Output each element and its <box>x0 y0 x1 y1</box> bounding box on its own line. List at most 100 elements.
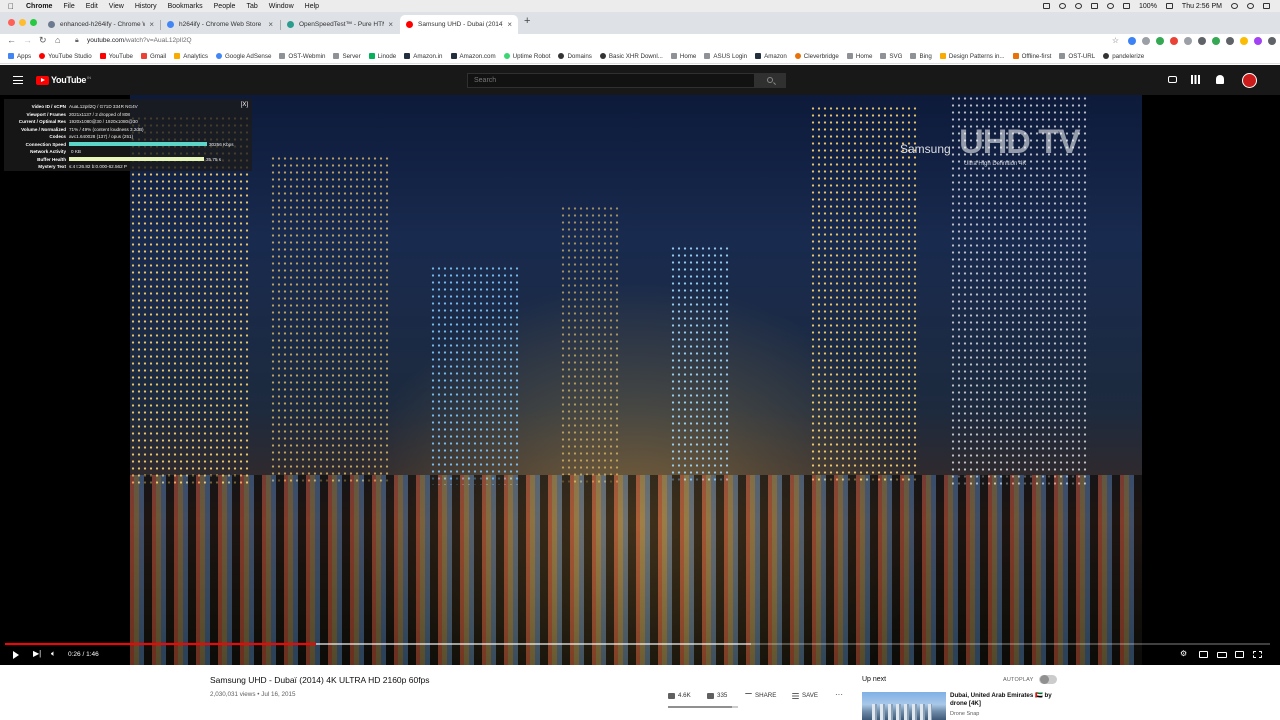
tab-enhanced-h264ify[interactable]: enhanced-h264ify - Chrome W × <box>42 15 160 34</box>
notification-center-icon[interactable] <box>1263 3 1270 9</box>
search-button[interactable] <box>755 73 786 88</box>
back-icon[interactable]: ← <box>7 35 16 45</box>
tab-h264ify-store[interactable]: h264ify - Chrome Web Store × <box>161 15 279 34</box>
next-button[interactable]: ▶| <box>33 649 41 658</box>
menu-edit[interactable]: Edit <box>86 3 98 10</box>
menubar-clock[interactable]: Thu 2:56 PM <box>1182 3 1222 10</box>
menu-view[interactable]: View <box>109 3 124 10</box>
menu-kebab-icon[interactable] <box>1268 37 1276 45</box>
youtube-logo[interactable]: YouTube IN <box>36 75 91 85</box>
avatar[interactable] <box>1242 73 1257 88</box>
tab-samsung-uhd[interactable]: Samsung UHD - Dubai (2014) × <box>400 15 518 34</box>
video-player[interactable]: Samsung UHD TV Ultra High Definition 4K … <box>0 95 1280 665</box>
bookmark-youtube[interactable]: YouTube <box>99 53 133 60</box>
bookmark-youtube-studio[interactable]: YouTube Studio <box>39 53 92 60</box>
apple-icon[interactable]:  <box>8 2 18 11</box>
bookmark-linode[interactable]: Linode <box>368 53 396 60</box>
menu-bookmarks[interactable]: Bookmarks <box>168 3 203 10</box>
extension-icon[interactable] <box>1170 37 1178 45</box>
create-video-icon[interactable] <box>1168 76 1177 83</box>
autoplay-toggle[interactable] <box>1039 675 1057 684</box>
fullscreen-button[interactable] <box>1253 651 1262 658</box>
bookmark-gmail[interactable]: Gmail <box>141 53 166 60</box>
bookmark-ost-url[interactable]: OST-URL <box>1059 53 1095 60</box>
volume-button[interactable]: 🔈︎ <box>51 649 56 659</box>
url-text[interactable]: youtube.com/watch?v=AuaL12pIl2Q <box>87 37 192 44</box>
dropbox-icon[interactable] <box>1059 3 1067 9</box>
notifications-bell-icon[interactable] <box>1216 75 1224 84</box>
zoom-window-icon[interactable] <box>30 19 37 26</box>
time-machine-icon[interactable] <box>1075 3 1083 9</box>
bookmark-analytics[interactable]: Analytics <box>174 53 208 60</box>
menu-window[interactable]: Window <box>269 3 294 10</box>
bookmark-star-icon[interactable]: ☆ <box>1112 36 1119 45</box>
theater-mode-button[interactable] <box>1217 652 1227 658</box>
address-bar[interactable]: 🔒︎ youtube.com/watch?v=AuaL12pIl2Q ☆ <box>70 35 1125 48</box>
tab-close-icon[interactable]: × <box>507 20 512 29</box>
bookmark-amazon-com[interactable]: Amazon.com <box>450 53 496 60</box>
menu-file[interactable]: File <box>63 3 74 10</box>
close-window-icon[interactable] <box>8 19 15 26</box>
progress-bar[interactable] <box>5 643 1270 645</box>
extension-icon[interactable] <box>1184 37 1192 45</box>
menu-history[interactable]: History <box>135 3 157 10</box>
settings-button[interactable]: ⚙︎ <box>1180 649 1187 658</box>
bookmark-server[interactable]: Server <box>333 53 361 60</box>
bookmark-design-patterns[interactable]: Design Patterns in... <box>939 53 1005 60</box>
video-frame[interactable]: Samsung UHD TV Ultra High Definition 4K <box>130 95 1142 665</box>
wifi-icon[interactable] <box>1107 3 1115 9</box>
hamburger-menu-icon[interactable] <box>13 76 23 84</box>
extension-icon[interactable] <box>1156 37 1164 45</box>
tab-close-icon[interactable]: × <box>268 20 273 29</box>
extension-icon[interactable] <box>1240 37 1248 45</box>
volume-icon[interactable] <box>1123 3 1131 9</box>
menu-people[interactable]: People <box>214 3 236 10</box>
stats-close-icon[interactable]: [X] <box>241 102 248 108</box>
extension-icon[interactable] <box>1226 37 1234 45</box>
menu-help[interactable]: Help <box>305 3 319 10</box>
recommended-video-thumbnail[interactable] <box>862 692 946 720</box>
bookmark-svg[interactable]: SVG <box>880 53 902 60</box>
dislike-button[interactable]: 335 <box>707 692 727 699</box>
screen-icon[interactable] <box>1043 3 1051 9</box>
lock-icon[interactable]: 🔒︎ <box>75 37 79 45</box>
tab-openspeedtest[interactable]: OpenSpeedTest™ - Pure HTML × <box>281 15 399 34</box>
bookmark-basic-xhr[interactable]: Basic XHR Downl... <box>599 53 663 60</box>
profile-icon[interactable] <box>1254 37 1262 45</box>
like-button[interactable]: 4.6K <box>668 692 691 699</box>
minimize-window-icon[interactable] <box>19 19 26 26</box>
bookmark-home-2[interactable]: Home <box>846 53 872 60</box>
bookmark-domains[interactable]: Domains <box>558 53 592 60</box>
recommended-video-channel[interactable]: Drone Snap <box>950 711 979 717</box>
battery-percent[interactable]: 100% <box>1139 3 1157 10</box>
miniplayer-button[interactable] <box>1199 651 1208 658</box>
bookmark-ost-webmin[interactable]: OST-Webmin <box>279 53 325 60</box>
home-icon[interactable]: ⌂ <box>55 35 60 45</box>
bookmark-cleverbridge[interactable]: Cleverbridge <box>794 53 839 60</box>
bookmark-home[interactable]: Home <box>670 53 696 60</box>
bookmark-offline-first[interactable]: Offline-first <box>1012 53 1051 60</box>
bookmark-apps[interactable]: Apps <box>8 53 31 60</box>
user-icon[interactable] <box>1247 3 1254 9</box>
menu-app-name[interactable]: Chrome <box>26 3 52 10</box>
search-input[interactable]: Search <box>467 73 755 88</box>
bookmark-uptime-robot[interactable]: Uptime Robot <box>503 53 550 60</box>
tab-close-icon[interactable]: × <box>149 20 154 29</box>
bookmark-amazon[interactable]: Amazon <box>755 53 787 60</box>
extension-icon[interactable] <box>1212 37 1220 45</box>
bluetooth-icon[interactable] <box>1091 3 1099 9</box>
forward-icon[interactable]: → <box>23 35 32 45</box>
play-button[interactable] <box>13 651 19 661</box>
reload-icon[interactable]: ↻ <box>39 35 47 46</box>
menu-tab[interactable]: Tab <box>246 3 257 10</box>
cast-button[interactable] <box>1235 651 1244 658</box>
bookmark-adsense[interactable]: Google AdSense <box>215 53 271 60</box>
battery-icon[interactable] <box>1165 3 1173 9</box>
new-tab-icon[interactable]: + <box>524 15 530 27</box>
bookmark-amazon-in[interactable]: Amazon.in <box>404 53 443 60</box>
bookmark-pandelerize[interactable]: pandelerize <box>1103 53 1144 60</box>
more-actions-button[interactable]: ··· <box>835 690 843 699</box>
extension-icon[interactable] <box>1142 37 1150 45</box>
bookmark-bing[interactable]: Bing <box>910 53 932 60</box>
tab-close-icon[interactable]: × <box>388 20 393 29</box>
